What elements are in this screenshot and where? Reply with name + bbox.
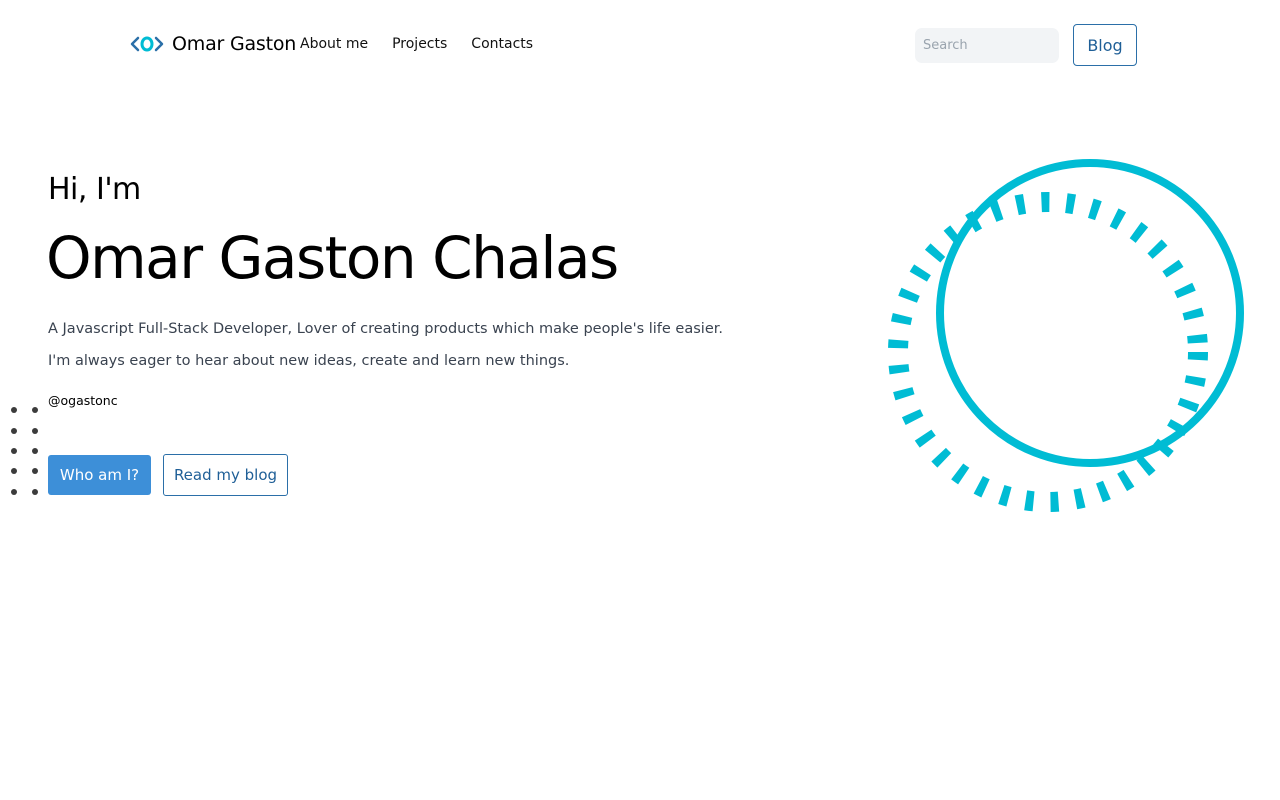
greeting: Hi, I'm <box>48 172 141 207</box>
main-nav: About me Projects Contacts <box>300 36 533 52</box>
blog-button[interactable]: Blog <box>1073 24 1137 66</box>
search-input[interactable] <box>915 28 1059 63</box>
code-brackets-icon <box>130 33 164 55</box>
logo[interactable]: Omar Gaston <box>130 33 296 55</box>
social-handle[interactable]: @ogastonc <box>48 393 118 408</box>
nav-projects[interactable]: Projects <box>392 36 447 52</box>
site-header: Omar Gaston About me Projects Contacts B… <box>0 0 1280 90</box>
description-line-2: I'm always eager to hear about new ideas… <box>48 353 570 369</box>
logo-text: Omar Gaston <box>172 33 297 55</box>
dot-grid-icon <box>11 407 38 495</box>
page: Omar Gaston About me Projects Contacts B… <box>0 0 1280 800</box>
hero-name: Omar Gaston Chalas <box>46 224 619 292</box>
nav-contacts[interactable]: Contacts <box>471 36 533 52</box>
read-blog-button[interactable]: Read my blog <box>163 454 288 496</box>
who-am-i-button[interactable]: Who am I? <box>48 455 151 495</box>
dashed-rings-icon <box>888 159 1244 512</box>
description-line-1: A Javascript Full-Stack Developer, Lover… <box>48 321 723 337</box>
nav-about-me[interactable]: About me <box>300 36 368 52</box>
